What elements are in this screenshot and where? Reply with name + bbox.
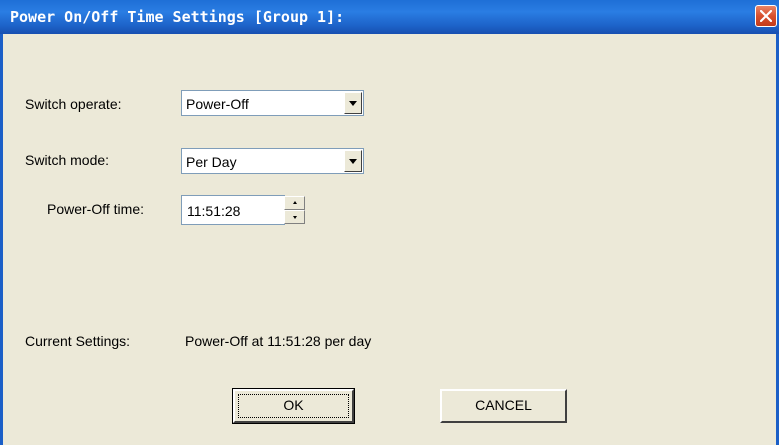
spin-down-icon[interactable] — [284, 210, 305, 224]
window-title: Power On/Off Time Settings [Group 1]: — [10, 8, 345, 26]
switch-operate-label: Switch operate: — [25, 96, 122, 112]
close-icon — [760, 10, 772, 22]
cancel-button[interactable]: CANCEL — [440, 389, 567, 423]
spin-up-icon[interactable] — [284, 196, 305, 210]
power-off-time-value: 11:51:28 — [187, 203, 241, 219]
switch-mode-label: Switch mode: — [25, 152, 110, 168]
time-spinner[interactable] — [284, 196, 305, 224]
switch-operate-select[interactable]: Power-Off — [181, 90, 364, 116]
close-button[interactable] — [755, 5, 777, 27]
switch-operate-value: Power-Off — [186, 96, 249, 112]
ok-button[interactable]: OK — [232, 388, 355, 424]
cancel-button-label: CANCEL — [475, 397, 532, 413]
chevron-down-icon[interactable] — [344, 150, 362, 172]
current-settings-label: Current Settings: — [25, 333, 131, 349]
chevron-down-icon[interactable] — [344, 92, 362, 114]
power-off-time-input[interactable]: 11:51:28 — [181, 195, 285, 225]
power-off-time-label: Power-Off time: — [47, 201, 144, 217]
title-bar[interactable]: Power On/Off Time Settings [Group 1]: — [0, 0, 779, 34]
focus-rect — [238, 394, 349, 418]
switch-mode-select[interactable]: Per Day — [181, 148, 364, 174]
window-frame-left — [0, 34, 3, 445]
switch-mode-value: Per Day — [186, 154, 237, 170]
current-settings-value: Power-Off at 11:51:28 per day — [185, 333, 372, 349]
